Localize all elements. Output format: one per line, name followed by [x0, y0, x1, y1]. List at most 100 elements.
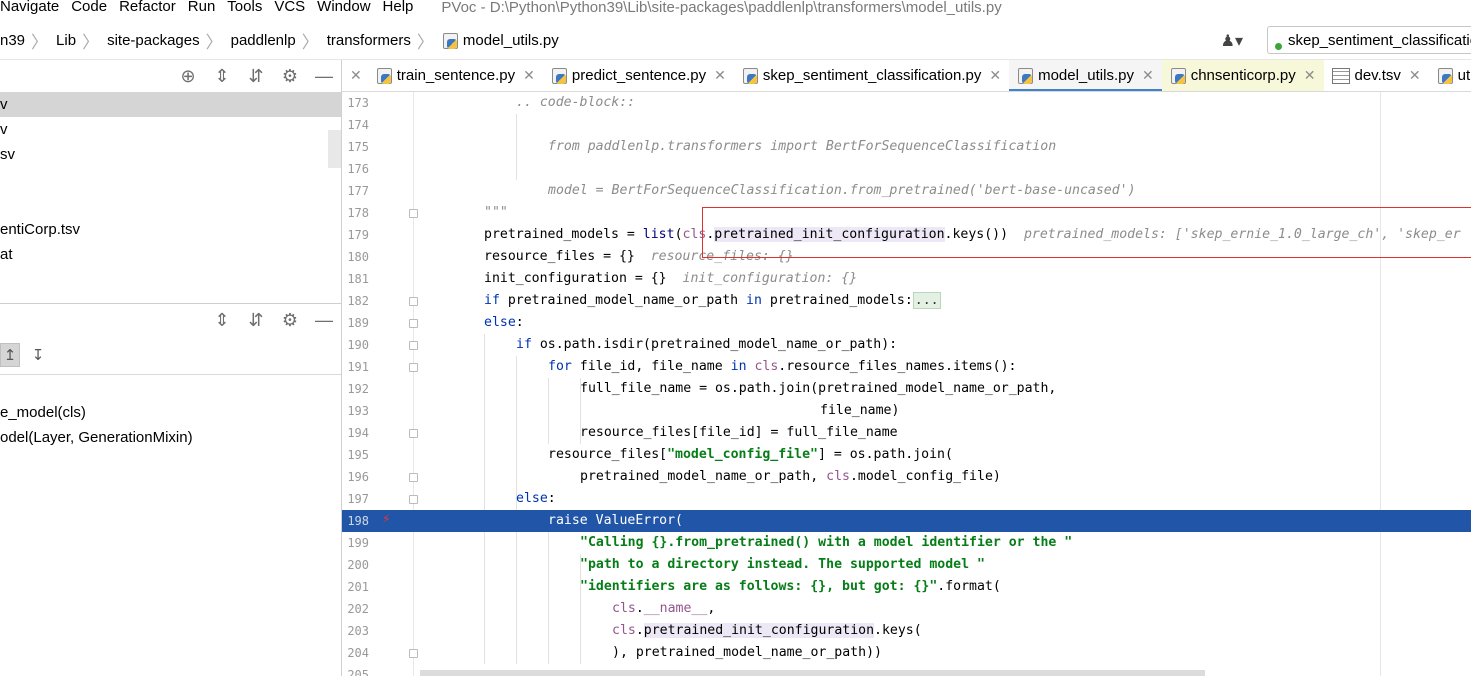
- structure-item[interactable]: e_model(cls): [0, 400, 341, 425]
- window-title: PVoc - D:\Python\Python39\Lib\site-packa…: [441, 0, 1002, 16]
- breadcrumb-item[interactable]: Lib 〉: [56, 28, 107, 53]
- navigation-bar: n39 〉 Lib 〉 site-packages 〉 paddlenlp 〉 tran…: [0, 22, 1471, 60]
- run-configuration-selector[interactable]: skep_sentiment_classification: [1267, 26, 1471, 54]
- annotation-rectangle: [702, 207, 1471, 258]
- breadcrumb-item[interactable]: n39 〉: [0, 28, 56, 53]
- close-icon[interactable]: ✕: [342, 60, 368, 91]
- fold-marker-icon[interactable]: [409, 473, 418, 482]
- menu-navigate[interactable]: Navigate: [0, 0, 65, 14]
- breadcrumb-item[interactable]: paddlenlp 〉: [231, 28, 327, 53]
- project-tree-item[interactable]: entiCorp.tsv: [0, 217, 341, 242]
- close-icon[interactable]: ✕: [1304, 67, 1316, 84]
- project-toolbar: ⊕ ⇕ ⇵ ⚙ —: [0, 60, 341, 92]
- close-icon[interactable]: ✕: [523, 67, 535, 84]
- fold-marker-icon[interactable]: [409, 297, 418, 306]
- python-file-icon: [1437, 67, 1453, 84]
- code-line: 203 cls.pretrained_init_configuration.key…: [347, 623, 922, 638]
- code-line: 181 init_configuration = {} init_configur…: [347, 271, 858, 286]
- project-scrollbar[interactable]: [328, 130, 341, 168]
- menu-run[interactable]: Run: [182, 0, 222, 14]
- fold-marker-icon[interactable]: [409, 495, 418, 504]
- structure-sort-buttons: ↥ ↧: [0, 343, 48, 373]
- gear-icon[interactable]: ⚙: [280, 66, 300, 87]
- structure-item[interactable]: odel(Layer, GenerationMixin): [0, 425, 341, 450]
- fold-marker-icon[interactable]: [409, 209, 418, 218]
- tab-utils[interactable]: uti: [1429, 60, 1471, 91]
- code-line: 191 for file_id, file_name in cls.resourc…: [347, 359, 1017, 374]
- tab-model-utils[interactable]: model_utils.py ✕: [1009, 60, 1162, 91]
- close-icon[interactable]: ✕: [714, 67, 726, 84]
- tab-skep-sentiment-classification[interactable]: skep_sentiment_classification.py ✕: [734, 60, 1009, 91]
- code-line: 192 full_file_name = os.path.join(pretrai…: [347, 381, 1057, 396]
- fold-marker-icon[interactable]: [409, 429, 418, 438]
- exception-breakpoint-icon[interactable]: ⚡: [382, 511, 390, 527]
- menu-refactor[interactable]: Refactor: [113, 0, 182, 14]
- tab-predict-sentence[interactable]: predict_sentence.py ✕: [543, 60, 734, 91]
- breadcrumb-item[interactable]: site-packages 〉: [107, 28, 231, 53]
- menu-vcs[interactable]: VCS: [268, 0, 311, 14]
- structure-toolbar: ⇕ ⇵ ⚙ —: [0, 304, 341, 336]
- tab-train-sentence[interactable]: train_sentence.py ✕: [368, 60, 543, 91]
- menu-bar: Navigate Code Refactor Run Tools VCS Win…: [0, 0, 1471, 18]
- fold-marker-icon[interactable]: [409, 363, 418, 372]
- minimize-icon[interactable]: —: [314, 66, 334, 87]
- project-tool-window: ⊕ ⇕ ⇵ ⚙ — v v sv entiCorp.tsv at ⇕ ⇵ ⚙ —…: [0, 60, 342, 676]
- scroll-from-source-icon[interactable]: ↥: [0, 343, 20, 367]
- close-icon[interactable]: ✕: [1142, 67, 1154, 84]
- python-file-icon: [551, 67, 567, 84]
- project-tree-item[interactable]: [0, 167, 341, 192]
- code-line: 193 file_name): [347, 403, 900, 418]
- python-file-icon: [742, 67, 758, 84]
- code-line: 202 cls.__name__,: [347, 601, 716, 616]
- code-line: 182 if pretrained_model_name_or_path in p…: [347, 292, 941, 309]
- code-line: 177 model = BertForSequenceClassification…: [347, 183, 1136, 198]
- minimize-icon[interactable]: —: [314, 310, 334, 331]
- project-tree-item[interactable]: v: [0, 92, 341, 117]
- python-file-icon: [442, 32, 458, 49]
- code-line: 200 "path to a directory instead. The sup…: [347, 557, 985, 572]
- menu-help[interactable]: Help: [377, 0, 420, 14]
- breadcrumb-current-file[interactable]: model_utils.py: [442, 32, 559, 49]
- editor-tabs: ✕ train_sentence.py ✕ predict_sentence.p…: [342, 60, 1471, 92]
- autoscroll-to-source-icon[interactable]: ↧: [28, 343, 48, 367]
- python-file-icon: [376, 67, 392, 84]
- tsv-file-icon: [1331, 67, 1350, 84]
- project-tree-item[interactable]: v: [0, 117, 341, 142]
- fold-marker-icon[interactable]: [409, 649, 418, 658]
- fold-marker-icon[interactable]: [409, 341, 418, 350]
- project-tree-item[interactable]: at: [0, 242, 341, 267]
- expand-all-icon[interactable]: ⇕: [212, 66, 232, 87]
- python-file-icon: [1017, 67, 1034, 84]
- menu-window[interactable]: Window: [311, 0, 376, 14]
- code-line: 196 pretrained_model_name_or_path, cls.mo…: [347, 469, 1001, 484]
- python-file-icon: [1170, 67, 1186, 84]
- fold-marker-icon[interactable]: [409, 319, 418, 328]
- collapse-all-icon[interactable]: ⇵: [246, 310, 266, 331]
- gear-icon[interactable]: ⚙: [280, 310, 300, 331]
- code-line: 197 else:: [347, 491, 556, 506]
- folded-code-placeholder[interactable]: ...: [912, 292, 941, 309]
- horizontal-scrollbar[interactable]: [420, 670, 1205, 676]
- code-line: 173.. code-block::: [347, 95, 636, 110]
- code-line: 201 "identifiers are as follows: {}, but …: [347, 579, 1001, 594]
- code-line: 176: [347, 162, 369, 176]
- close-icon[interactable]: ✕: [989, 67, 1001, 84]
- close-icon[interactable]: ✕: [1409, 67, 1421, 84]
- code-line: 199 "Calling {}.from_pretrained() with a …: [347, 535, 1073, 550]
- menu-tools[interactable]: Tools: [221, 0, 268, 14]
- tab-chnsenticorp[interactable]: chnsenticorp.py ✕: [1161, 60, 1324, 91]
- structure-separator: [0, 374, 341, 375]
- project-tree-item[interactable]: sv: [0, 142, 341, 167]
- breadcrumb-item[interactable]: transformers 〉: [327, 28, 442, 53]
- code-line: 190 if os.path.isdir(pretrained_model_nam…: [347, 337, 898, 352]
- expand-all-icon[interactable]: ⇕: [212, 310, 232, 331]
- locate-icon[interactable]: ⊕: [178, 66, 198, 87]
- code-line: 189 else:: [347, 315, 524, 330]
- user-dropdown-icon[interactable]: ♟▾: [1221, 31, 1243, 51]
- menu-code[interactable]: Code: [65, 0, 113, 14]
- code-editor[interactable]: 173.. code-block:: 174 175 from paddlenlp…: [342, 92, 1471, 676]
- tab-dev-tsv[interactable]: dev.tsv ✕: [1324, 60, 1429, 91]
- code-line-current: 198 raise ValueError(: [342, 510, 1471, 532]
- collapse-all-icon[interactable]: ⇵: [246, 66, 266, 87]
- code-line: 174: [347, 118, 369, 132]
